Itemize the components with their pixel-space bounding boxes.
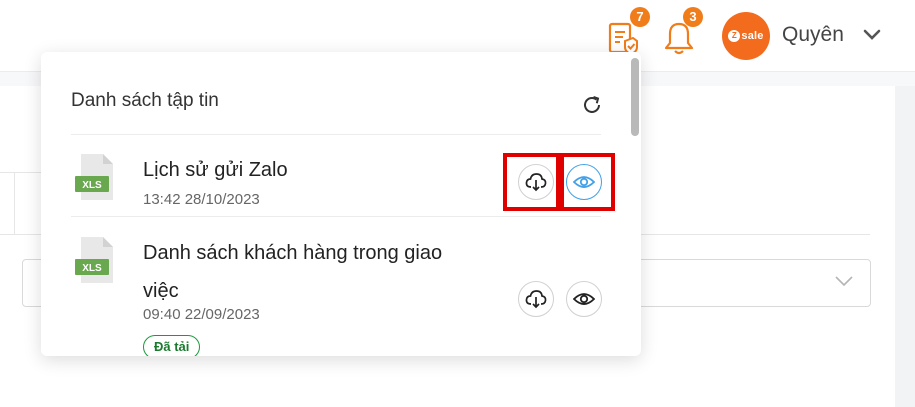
chevron-down-icon [835, 276, 853, 287]
user-name[interactable]: Quyên [782, 23, 844, 47]
file-type-label: XLS [82, 263, 102, 274]
background-tab-border [0, 172, 42, 173]
download-button[interactable] [518, 281, 554, 317]
avatar-logo-text: sale [741, 30, 764, 42]
notifications-badge: 3 [683, 7, 703, 27]
xls-file-icon: XLS [75, 154, 113, 200]
file-list-dropdown: Danh sách tập tin XLS Lịch sử gửi Zalo 1… [41, 52, 641, 356]
tasks-badge: 7 [630, 7, 650, 27]
header-divider [71, 134, 601, 135]
refresh-icon[interactable] [581, 94, 603, 116]
file-timestamp: 09:40 22/09/2023 [143, 306, 260, 323]
file-name[interactable]: Lịch sử gửi Zalo [143, 151, 483, 189]
view-button[interactable] [566, 281, 602, 317]
avatar[interactable]: Z sale [722, 12, 770, 60]
row-divider [71, 216, 601, 217]
file-name[interactable]: Danh sách khách hàng trong giao việc [143, 234, 483, 310]
chevron-down-icon[interactable] [862, 28, 882, 42]
page: 7 3 Z sale Quyên Danh sách tập tin XLS L… [0, 0, 915, 407]
cloud-download-icon [525, 290, 547, 309]
eye-icon [573, 293, 595, 305]
xls-file-icon: XLS [75, 237, 113, 283]
download-highlight-box [503, 153, 560, 211]
file-list-title: Danh sách tập tin [71, 90, 219, 111]
file-type-label: XLS [82, 180, 102, 191]
view-highlight-box [560, 153, 615, 211]
scrollbar-thumb[interactable] [631, 58, 639, 136]
status-badge: Đã tải [143, 335, 201, 356]
avatar-logo-mark: Z [728, 30, 741, 42]
content-right-gutter [895, 86, 915, 407]
background-tab-divider [14, 172, 15, 234]
file-timestamp: 13:42 28/10/2023 [143, 191, 260, 208]
